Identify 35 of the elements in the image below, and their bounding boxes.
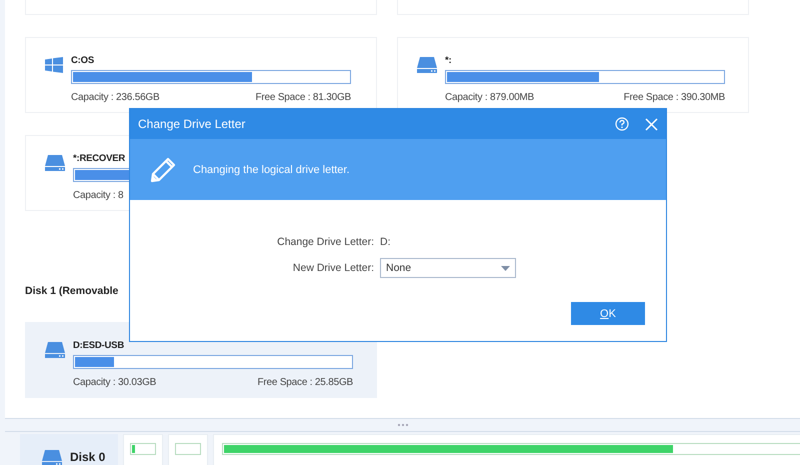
free-space-text: Free Space : 81.30GB — [255, 92, 351, 103]
partition-name: C:OS — [71, 55, 95, 68]
capacity-text: Capacity : 30.03GB — [73, 377, 156, 388]
field-label: New Drive Letter: — [292, 262, 374, 274]
drive-icon — [45, 342, 65, 358]
windows-icon — [45, 57, 63, 73]
drive-icon — [417, 57, 437, 73]
ok-button[interactable]: OK — [571, 302, 645, 325]
help-icon[interactable] — [615, 117, 629, 131]
caret-icon — [501, 266, 510, 270]
partition-block[interactable] — [213, 434, 800, 465]
close-icon[interactable] — [645, 118, 658, 130]
free-space-text: Free Space : 25.85GB — [257, 377, 353, 388]
dialog-description: Changing the logical drive letter. — [193, 164, 350, 176]
drive-letter-value: D: — [380, 236, 390, 248]
disk-label[interactable]: Disk 0 — [20, 434, 118, 465]
dialog-title: Change Drive Letter — [138, 117, 246, 131]
free-space-text: Free Space : 390.30MB — [624, 92, 725, 103]
drive-letter-dropdown[interactable]: None — [380, 258, 516, 278]
partition-card[interactable]: *: Capacity : 879.00MB Free Space : 390.30MB — [397, 37, 749, 113]
partition-name: D:ESD-USB — [73, 340, 125, 353]
capacity-text: Capacity : 879.00MB — [445, 92, 534, 103]
field-label: Change Drive Letter: — [276, 236, 374, 248]
partition-block[interactable] — [123, 434, 163, 465]
drive-icon — [45, 155, 65, 171]
disk-heading: Disk 1 (Removable — [25, 285, 120, 297]
capacity-text: Capacity : 236.56GB — [71, 92, 160, 103]
partition-name: *: — [445, 55, 452, 68]
capacity-text: Capacity : 8 — [73, 190, 124, 201]
partition-name: *:RECOVER — [73, 153, 126, 166]
pencil-icon — [150, 156, 176, 182]
partition-block[interactable] — [168, 434, 208, 465]
partition-card[interactable]: C:OS Capacity : 236.56GB Free Space : 81.30GB — [25, 37, 377, 113]
disk-name: Disk 0 — [70, 450, 106, 464]
drive-icon — [42, 450, 62, 465]
